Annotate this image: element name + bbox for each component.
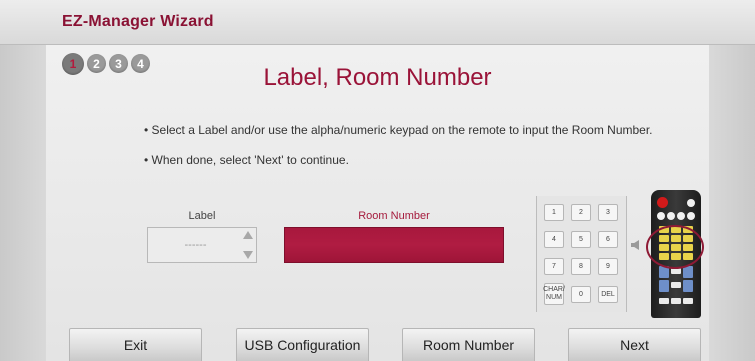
spin-up-icon[interactable] (243, 231, 253, 239)
remote-key (683, 298, 693, 304)
spin-down-icon[interactable] (243, 251, 253, 259)
left-arrow-icon (631, 240, 639, 250)
instruction-1: • Select a Label and/or use the alpha/nu… (144, 123, 653, 137)
key-5: 5 (571, 231, 591, 248)
key-3: 3 (598, 204, 618, 221)
right-bezel (709, 0, 755, 361)
usb-configuration-button[interactable]: USB Configuration (236, 328, 369, 361)
remote-key (659, 298, 669, 304)
key-0: 0 (571, 286, 591, 303)
remote-ch-key (683, 266, 693, 278)
key-4: 4 (544, 231, 564, 248)
remote-dot (667, 212, 675, 220)
power-button-icon (657, 197, 668, 208)
instruction-2: • When done, select 'Next' to continue. (144, 153, 349, 167)
remote-dot (687, 212, 695, 220)
label-spinner[interactable]: ------ (147, 227, 257, 263)
left-bezel (0, 0, 46, 361)
room-number-input[interactable] (284, 227, 504, 263)
remote-key (671, 298, 681, 304)
next-button[interactable]: Next (568, 328, 701, 361)
highlight-ring (646, 225, 704, 269)
exit-button[interactable]: Exit (69, 328, 202, 361)
remote-vol-key (659, 280, 669, 292)
key-1: 1 (544, 204, 564, 221)
remote-dot (687, 199, 695, 207)
key-del: DEL (598, 286, 618, 303)
key-6: 6 (598, 231, 618, 248)
key-9: 9 (598, 258, 618, 275)
key-8: 8 (571, 258, 591, 275)
room-number-button[interactable]: Room Number (402, 328, 535, 361)
label-value: ------ (184, 239, 207, 251)
label-caption: Label (188, 210, 216, 222)
key-char-num: CHAR/ NUM (543, 283, 565, 305)
room-number-caption: Room Number (358, 210, 430, 222)
keypad-diagram: 1 2 3 4 5 6 7 8 9 CHAR/ NUM 0 DEL (536, 196, 627, 312)
screen: EZ-Manager Wizard 1 2 3 4 Label, Room Nu… (0, 0, 755, 361)
key-2: 2 (571, 204, 591, 221)
app-title: EZ-Manager Wizard (62, 13, 214, 30)
remote-dot (677, 212, 685, 220)
remote-ch-key (683, 280, 693, 292)
key-7: 7 (544, 258, 564, 275)
remote-dot (657, 212, 665, 220)
page-title: Label, Room Number (263, 64, 492, 91)
remote-key (671, 282, 681, 288)
